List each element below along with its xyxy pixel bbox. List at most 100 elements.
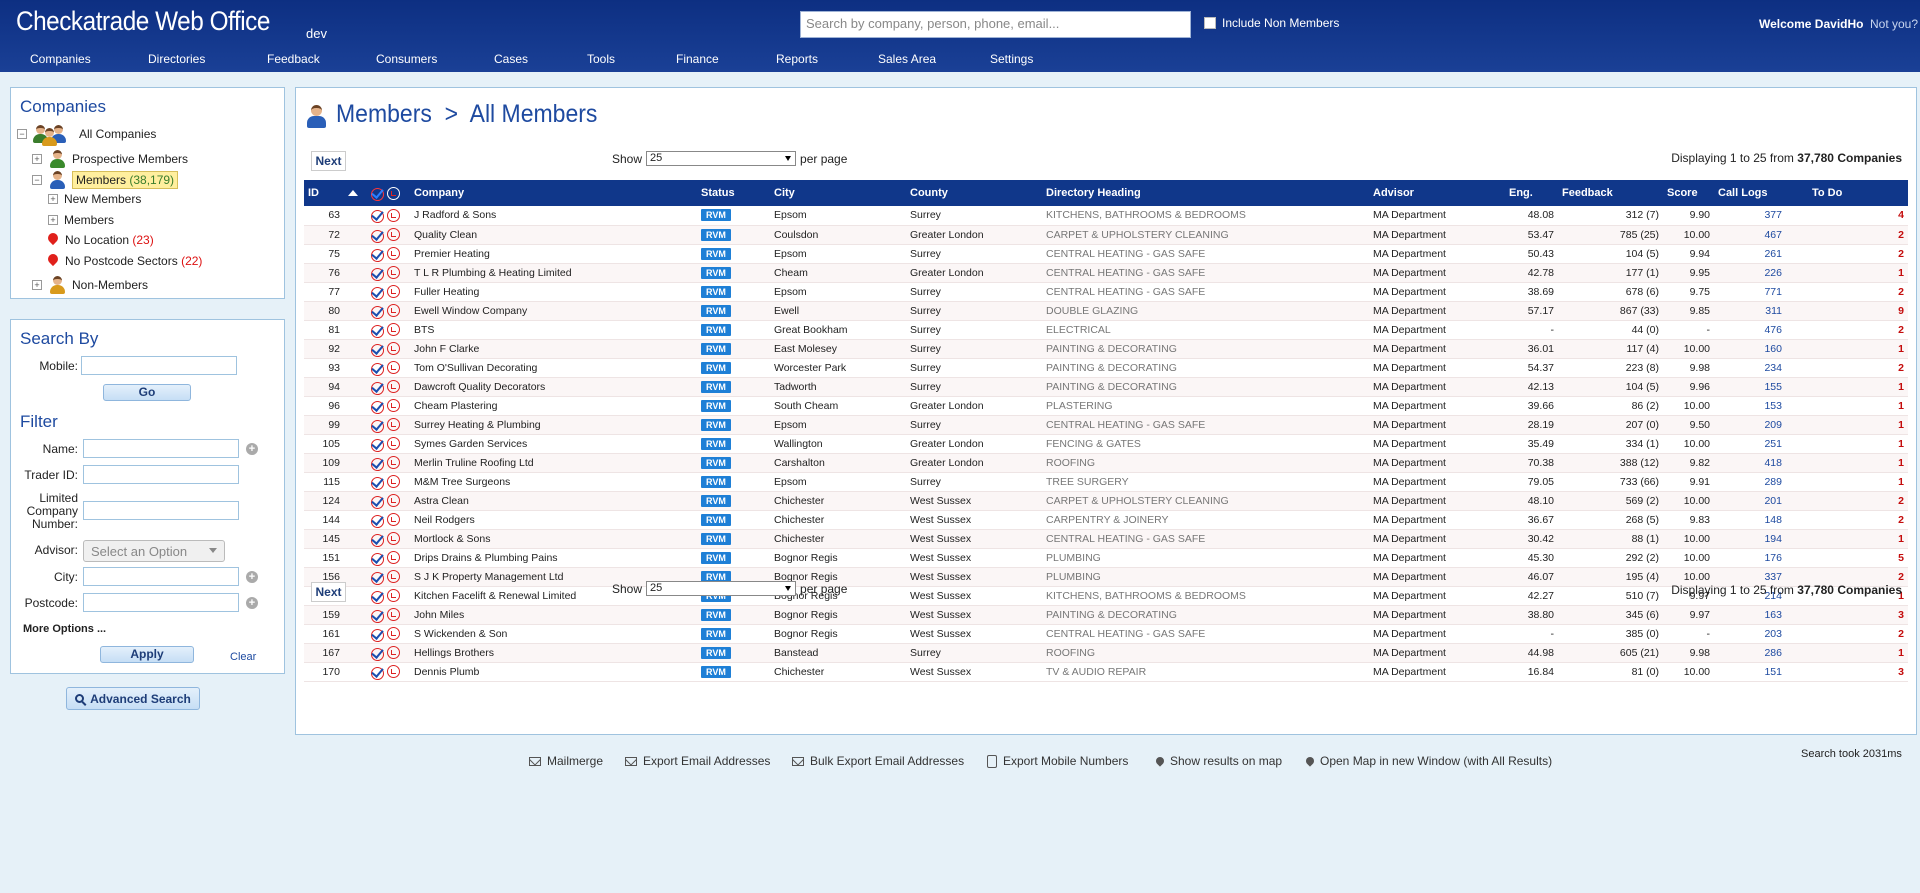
cell-to-do[interactable]: 2 [1808, 510, 1908, 530]
verify-check-icon[interactable] [370, 494, 384, 509]
cell-id[interactable]: 167 [304, 643, 344, 663]
cell-company[interactable]: Astra Clean [410, 491, 697, 511]
cell-to-do[interactable]: 1 [1808, 396, 1908, 416]
tree-no-postcode[interactable]: No Postcode Sectors (22) [48, 254, 202, 268]
verify-check-icon[interactable] [370, 361, 384, 376]
cell-call-logs[interactable]: 377 [1714, 206, 1808, 226]
cell-call-logs[interactable]: 153 [1714, 396, 1808, 416]
col-id[interactable]: ID [304, 180, 344, 206]
table-row[interactable]: 151 Drips Drains & Plumbing Pains RVM Bogn… [304, 548, 1908, 568]
cell-to-do[interactable]: 1 [1808, 377, 1908, 397]
cell-company[interactable]: John Miles [410, 605, 697, 625]
expand-icon[interactable]: + [32, 280, 42, 290]
call-log-icon[interactable] [386, 247, 400, 260]
col-directory-heading[interactable]: Directory Heading [1042, 180, 1369, 206]
cell-call-logs[interactable]: 201 [1714, 491, 1808, 511]
postcode-input[interactable] [83, 593, 239, 612]
cell-to-do[interactable]: 2 [1808, 320, 1908, 340]
cell-to-do[interactable]: 1 [1808, 339, 1908, 359]
cell-to-do[interactable]: 1 [1808, 263, 1908, 283]
cell-call-logs[interactable]: 163 [1714, 605, 1808, 625]
call-log-icon[interactable] [386, 437, 400, 450]
cell-id[interactable]: 151 [304, 548, 344, 568]
cell-id[interactable]: 96 [304, 396, 344, 416]
verify-check-icon[interactable] [370, 589, 384, 604]
col-to-do[interactable]: To Do [1808, 180, 1908, 206]
cell-to-do[interactable]: 2 [1808, 624, 1908, 644]
cell-id[interactable]: 115 [304, 472, 344, 492]
call-log-icon[interactable] [386, 342, 400, 355]
tree-members[interactable]: − Members (38,179) [32, 170, 179, 190]
cell-call-logs[interactable]: 289 [1714, 472, 1808, 492]
cell-call-logs[interactable]: 418 [1714, 453, 1808, 473]
nav-companies[interactable]: Companies [30, 52, 91, 66]
add-postcode-icon[interactable]: + [246, 597, 258, 609]
advanced-search-button[interactable]: Advanced Search [66, 687, 200, 710]
verify-check-icon[interactable] [370, 285, 384, 300]
verify-check-icon[interactable] [370, 570, 384, 585]
verify-check-icon[interactable] [370, 513, 384, 528]
cell-company[interactable]: Symes Garden Services [410, 434, 697, 454]
verify-check-icon[interactable] [370, 380, 384, 395]
call-log-icon[interactable] [386, 208, 400, 222]
show-map-link[interactable]: Show results on map [1154, 754, 1282, 768]
open-map-link[interactable]: Open Map in new Window (with All Results… [1304, 754, 1552, 768]
mailmerge-link[interactable]: Mailmerge [529, 754, 603, 768]
call-log-icon[interactable] [386, 380, 400, 393]
table-row[interactable]: 75 Premier Heating RVM Epsom Surrey CENTRAL … [304, 244, 1908, 264]
table-row[interactable]: 109 Merlin Truline Roofing Ltd RVM Carshal… [304, 453, 1908, 473]
col-city[interactable]: City [770, 180, 906, 206]
bulk-export-email-link[interactable]: Bulk Export Email Addresses [792, 754, 964, 768]
brand-logo[interactable]: Checkatrade Web Office [16, 6, 270, 37]
verify-check-icon[interactable] [370, 627, 384, 642]
tree-new-members[interactable]: + New Members [48, 192, 141, 206]
call-log-icon[interactable] [386, 627, 400, 640]
table-row[interactable]: 115 M&M Tree Surgeons RVM Epsom Surrey TREE … [304, 472, 1908, 492]
cell-id[interactable]: 92 [304, 339, 344, 359]
verify-check-icon[interactable] [370, 342, 384, 357]
col-advisor[interactable]: Advisor [1369, 180, 1505, 206]
cell-company[interactable]: Merlin Truline Roofing Ltd [410, 453, 697, 473]
call-log-icon[interactable] [386, 570, 400, 583]
cell-id[interactable]: 94 [304, 377, 344, 397]
expand-icon[interactable]: + [32, 154, 42, 164]
cell-call-logs[interactable]: 286 [1714, 643, 1808, 663]
limited-company-number-input[interactable] [83, 501, 239, 520]
cell-call-logs[interactable]: 234 [1714, 358, 1808, 378]
apply-button[interactable]: Apply [100, 646, 194, 663]
cell-to-do[interactable]: 2 [1808, 225, 1908, 245]
expand-icon[interactable]: + [48, 194, 58, 204]
cell-id[interactable]: 145 [304, 529, 344, 549]
cell-company[interactable]: Dawcroft Quality Decorators [410, 377, 697, 397]
cell-id[interactable]: 105 [304, 434, 344, 454]
verify-check-icon[interactable] [370, 646, 384, 661]
table-row[interactable]: 170 Dennis Plumb RVM Chichester West Sussex… [304, 662, 1908, 682]
cell-call-logs[interactable]: 151 [1714, 662, 1808, 682]
table-row[interactable]: 157 Kitchen Facelift & Renewal LimitedRV… [304, 586, 1908, 606]
go-button[interactable]: Go [103, 384, 191, 401]
name-input[interactable] [83, 439, 239, 458]
cell-company[interactable]: T L R Plumbing & Heating Limited [410, 263, 697, 283]
clear-link[interactable]: Clear [230, 651, 256, 663]
tree-non-members[interactable]: + Non-Members [32, 275, 148, 295]
verify-check-icon[interactable] [370, 418, 384, 433]
cell-company[interactable]: Neil Rodgers [410, 510, 697, 530]
call-log-icon[interactable] [386, 228, 400, 241]
table-row[interactable]: 63 J Radford & Sons RVM Epsom Surrey KITCHEN… [304, 206, 1908, 226]
table-row[interactable]: 94 Dawcroft Quality Decorators RVM Tadwort… [304, 377, 1908, 397]
table-row[interactable]: 99 Surrey Heating & Plumbing RVM Epsom Surr… [304, 415, 1908, 435]
cell-id[interactable]: 77 [304, 282, 344, 302]
cell-company[interactable]: Cheam Plastering [410, 396, 697, 416]
expand-icon[interactable]: + [48, 215, 58, 225]
call-log-icon[interactable] [386, 513, 400, 526]
nav-directories[interactable]: Directories [148, 52, 205, 66]
col-score[interactable]: Score [1663, 180, 1714, 206]
table-row[interactable]: 161 S Wickenden & Son RVM Bognor Regis West… [304, 624, 1908, 644]
cell-to-do[interactable]: 3 [1808, 662, 1908, 682]
table-row[interactable]: 96 Cheam Plastering RVM South Cheam Greater… [304, 396, 1908, 416]
cell-id[interactable]: 63 [304, 206, 344, 226]
cell-company[interactable]: Fuller Heating [410, 282, 697, 302]
add-name-icon[interactable]: + [246, 443, 258, 455]
collapse-icon[interactable]: − [17, 129, 27, 139]
tree-all-companies[interactable]: − All Companies [17, 124, 156, 146]
